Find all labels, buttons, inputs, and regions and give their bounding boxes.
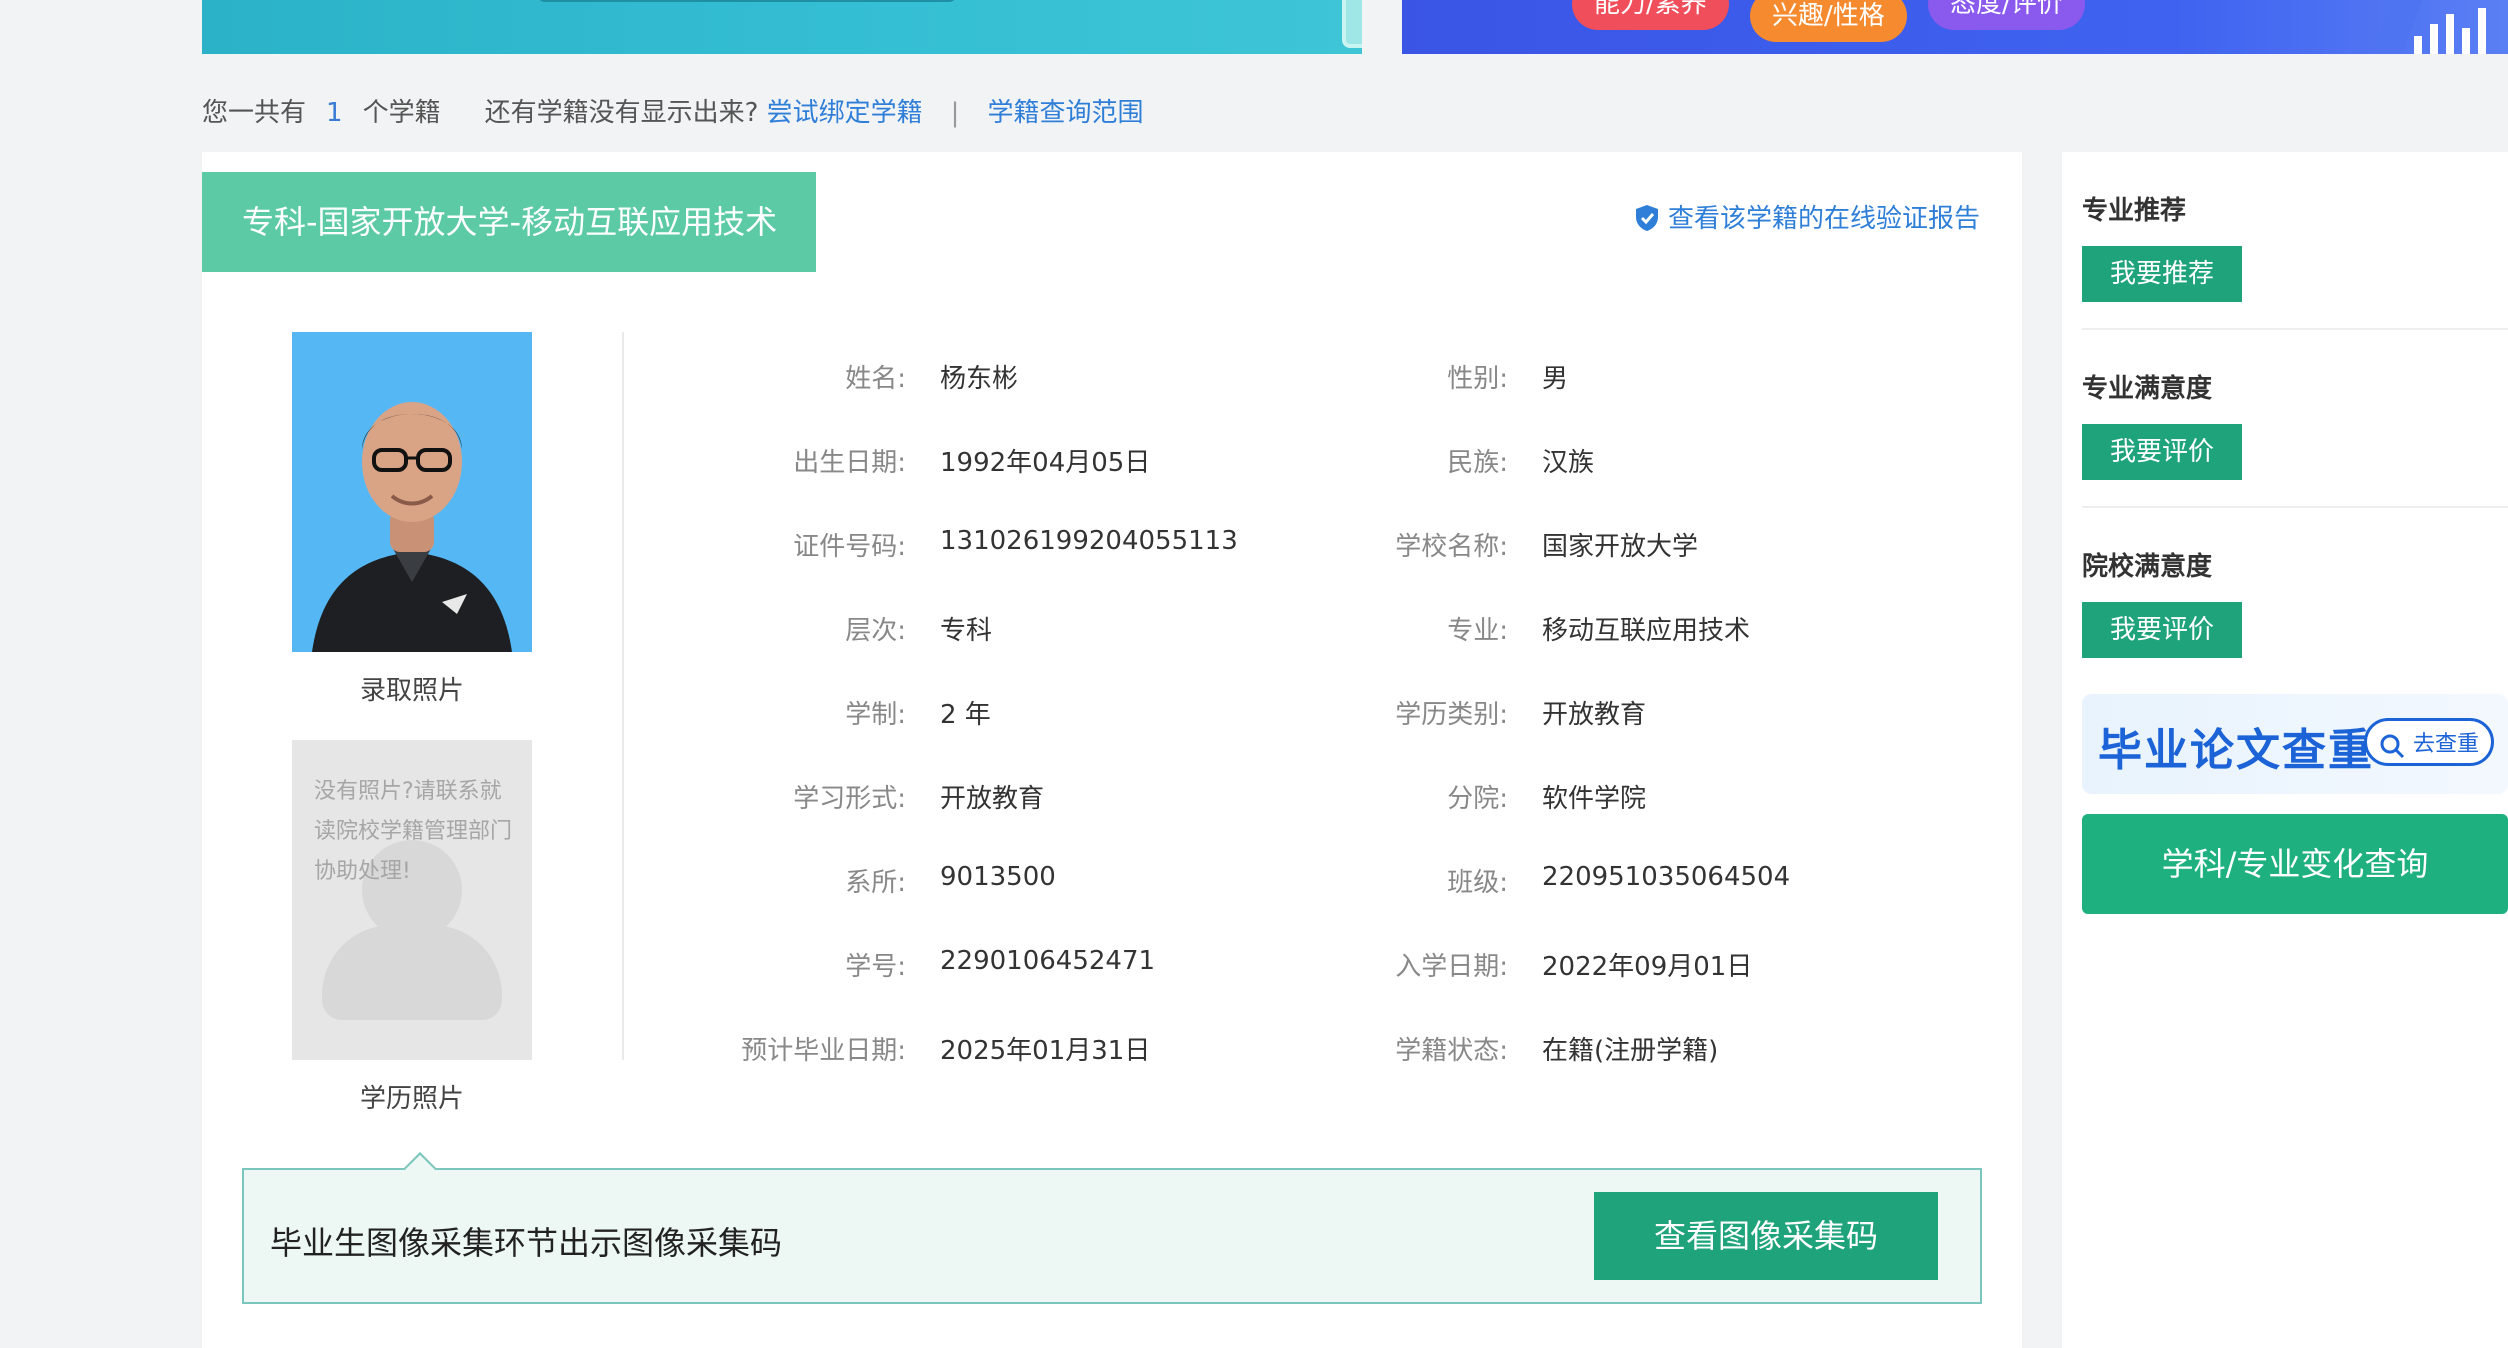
branch-value: 软件学院 [1542, 784, 1647, 814]
ethnicity-value: 汉族 [1542, 448, 1595, 478]
notice-pointer [403, 1152, 437, 1186]
major-label: 专业: [1447, 616, 1508, 646]
thesis-check-title: 毕业论文查重 [2098, 725, 2374, 776]
study-form-value: 开放教育 [940, 784, 1045, 814]
status-value: 在籍(注册学籍) [1542, 1036, 1719, 1066]
degree-photo-placeholder: 没有照片?请联系就读院校学籍管理部门协助处理! [292, 740, 532, 1060]
admission-photo-caption: 录取照片 [359, 676, 464, 706]
duration-label: 学制: [845, 700, 906, 730]
summary-separator: | [950, 98, 960, 128]
id-value: 131026199204055113 [940, 526, 1238, 556]
id-label: 证件号码: [793, 532, 906, 562]
pill-ability: 能力/素养 [1572, 0, 1729, 30]
major-recommend-title: 专业推荐 [2082, 196, 2187, 226]
thesis-check-button-label: 去查重 [2412, 732, 2479, 757]
person-photo-icon [292, 332, 532, 652]
recommend-button[interactable]: 我要推荐 [2082, 246, 2242, 302]
record-summary: 您一共有 1 个学籍 还有学籍没有显示出来? 尝试绑定学籍 | 学籍查询范围 [202, 92, 1143, 129]
rate-school-button[interactable]: 我要评价 [2082, 602, 2242, 658]
student-no-value: 2290106452471 [940, 946, 1156, 976]
enroll-date-value: 2022年09月01日 [1542, 952, 1753, 982]
name-value: 杨东彬 [940, 364, 1019, 394]
thesis-check-banner[interactable]: 毕业论文查重 去查重 [2082, 694, 2508, 794]
banner-right[interactable]: 能力/素养 兴趣/性格 态度/评价 [1402, 0, 2508, 54]
record-count: 1 [326, 98, 343, 128]
dept-label: 系所: [845, 868, 906, 898]
verify-report-link[interactable]: 查看该学籍的在线验证报告 [1634, 198, 1980, 235]
birth-label: 出生日期: [793, 448, 906, 478]
study-form-label: 学习形式: [793, 784, 906, 814]
duration-value: 2 年 [940, 700, 991, 730]
edu-type-value: 开放教育 [1542, 700, 1647, 730]
pill-attitude: 态度/评价 [1928, 0, 2085, 30]
edu-type-label: 学历类别: [1395, 700, 1508, 730]
admission-photo [292, 332, 532, 652]
dept-value: 9013500 [940, 862, 1056, 892]
level-label: 层次: [845, 616, 906, 646]
degree-photo-caption: 学历照片 [359, 1084, 464, 1114]
view-capture-code-button[interactable]: 查看图像采集码 [1594, 1192, 1938, 1280]
ethnicity-label: 民族: [1447, 448, 1508, 478]
sidebar: 专业推荐 我要推荐 专业满意度 我要评价 院校满意度 我要评价 毕业论文查重 去… [2062, 152, 2508, 1348]
birth-value: 1992年04月05日 [940, 448, 1151, 478]
name-label: 姓名: [845, 364, 906, 394]
class-label: 班级: [1447, 868, 1508, 898]
grad-date-value: 2025年01月31日 [940, 1036, 1151, 1066]
record-card: 专科-国家开放大学-移动互联应用技术 查看该学籍的在线验证报告 录取照片 没有照… [202, 152, 2022, 1348]
summary-question: 还有学籍没有显示出来? [484, 98, 759, 128]
class-value: 220951035064504 [1542, 862, 1791, 892]
divider [622, 332, 624, 1060]
grad-date-label: 预计毕业日期: [741, 1036, 906, 1066]
no-photo-message: 没有照片?请联系就读院校学籍管理部门协助处理! [314, 779, 513, 884]
monitor-illustration-icon [1342, 0, 1362, 48]
gender-label: 性别: [1447, 364, 1508, 394]
notice-text: 毕业生图像采集环节出示图像采集码 [270, 1224, 783, 1262]
search-icon [2380, 734, 2405, 759]
subject-change-query-button[interactable]: 学科/专业变化查询 [2082, 814, 2508, 914]
school-value: 国家开放大学 [1542, 532, 1699, 562]
sidebar-divider [2082, 506, 2508, 508]
verify-report-text: 查看该学籍的在线验证报告 [1667, 204, 1980, 234]
avatar-body-icon [322, 925, 502, 1020]
banner-bar [537, 0, 957, 2]
gender-value: 男 [1542, 364, 1569, 394]
banner-left[interactable] [202, 0, 1362, 54]
record-title: 专科-国家开放大学-移动互联应用技术 [202, 172, 816, 272]
summary-suffix: 个学籍 [362, 98, 441, 128]
rate-major-button[interactable]: 我要评价 [2082, 424, 2242, 480]
sidebar-divider [2082, 328, 2508, 330]
pill-interest: 兴趣/性格 [1750, 0, 1907, 42]
bind-record-link[interactable]: 尝试绑定学籍 [767, 98, 923, 128]
query-scope-link[interactable]: 学籍查询范围 [987, 98, 1143, 128]
status-label: 学籍状态: [1395, 1036, 1508, 1066]
school-satisfaction-title: 院校满意度 [2082, 552, 2213, 582]
branch-label: 分院: [1447, 784, 1508, 814]
bar-graphic-icon [2372, 0, 2486, 54]
thesis-check-button[interactable]: 去查重 [2364, 718, 2494, 766]
major-value: 移动互联应用技术 [1542, 616, 1751, 646]
image-capture-notice: 毕业生图像采集环节出示图像采集码 查看图像采集码 [242, 1152, 1982, 1304]
major-satisfaction-title: 专业满意度 [2082, 374, 2213, 404]
student-no-label: 学号: [845, 952, 906, 982]
school-label: 学校名称: [1395, 532, 1508, 562]
summary-prefix: 您一共有 [202, 98, 307, 128]
shield-check-icon [1635, 205, 1658, 231]
level-value: 专科 [940, 616, 993, 646]
enroll-date-label: 入学日期: [1395, 952, 1508, 982]
